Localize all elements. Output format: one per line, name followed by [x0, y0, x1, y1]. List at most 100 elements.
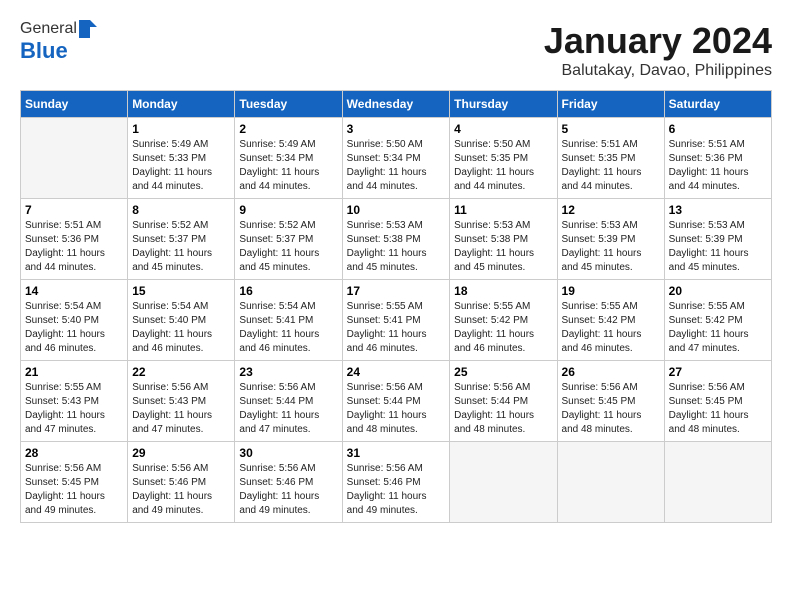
calendar-week-1: 1 Sunrise: 5:49 AMSunset: 5:33 PMDayligh… — [21, 118, 772, 199]
logo-blue-text: Blue — [20, 38, 68, 64]
calendar-cell: 25 Sunrise: 5:56 AMSunset: 5:44 PMDaylig… — [450, 361, 557, 442]
calendar-cell — [21, 118, 128, 199]
day-number: 8 — [132, 203, 230, 217]
calendar-week-3: 14 Sunrise: 5:54 AMSunset: 5:40 PMDaylig… — [21, 280, 772, 361]
day-info: Sunrise: 5:52 AMSunset: 5:37 PMDaylight:… — [132, 219, 230, 275]
day-number: 23 — [239, 365, 337, 379]
calendar-header-tuesday: Tuesday — [235, 91, 342, 118]
day-info: Sunrise: 5:55 AMSunset: 5:42 PMDaylight:… — [454, 300, 552, 356]
day-info: Sunrise: 5:53 AMSunset: 5:38 PMDaylight:… — [347, 219, 446, 275]
day-number: 17 — [347, 284, 446, 298]
day-number: 21 — [25, 365, 123, 379]
calendar-cell: 20 Sunrise: 5:55 AMSunset: 5:42 PMDaylig… — [664, 280, 771, 361]
day-number: 24 — [347, 365, 446, 379]
calendar-cell: 26 Sunrise: 5:56 AMSunset: 5:45 PMDaylig… — [557, 361, 664, 442]
logo-general-text: General — [20, 20, 77, 38]
day-number: 16 — [239, 284, 337, 298]
calendar-header-wednesday: Wednesday — [342, 91, 450, 118]
day-info: Sunrise: 5:53 AMSunset: 5:39 PMDaylight:… — [669, 219, 767, 275]
calendar-cell: 14 Sunrise: 5:54 AMSunset: 5:40 PMDaylig… — [21, 280, 128, 361]
day-info: Sunrise: 5:56 AMSunset: 5:46 PMDaylight:… — [132, 462, 230, 518]
day-number: 9 — [239, 203, 337, 217]
calendar-cell: 24 Sunrise: 5:56 AMSunset: 5:44 PMDaylig… — [342, 361, 450, 442]
calendar-cell: 2 Sunrise: 5:49 AMSunset: 5:34 PMDayligh… — [235, 118, 342, 199]
calendar-cell: 31 Sunrise: 5:56 AMSunset: 5:46 PMDaylig… — [342, 442, 450, 523]
day-info: Sunrise: 5:53 AMSunset: 5:39 PMDaylight:… — [562, 219, 660, 275]
day-info: Sunrise: 5:55 AMSunset: 5:41 PMDaylight:… — [347, 300, 446, 356]
day-number: 18 — [454, 284, 552, 298]
calendar-week-5: 28 Sunrise: 5:56 AMSunset: 5:45 PMDaylig… — [21, 442, 772, 523]
day-info: Sunrise: 5:51 AMSunset: 5:35 PMDaylight:… — [562, 138, 660, 194]
calendar-cell: 6 Sunrise: 5:51 AMSunset: 5:36 PMDayligh… — [664, 118, 771, 199]
calendar-cell: 11 Sunrise: 5:53 AMSunset: 5:38 PMDaylig… — [450, 199, 557, 280]
calendar-cell: 18 Sunrise: 5:55 AMSunset: 5:42 PMDaylig… — [450, 280, 557, 361]
location-title: Balutakay, Davao, Philippines — [544, 62, 772, 80]
day-info: Sunrise: 5:56 AMSunset: 5:44 PMDaylight:… — [347, 381, 446, 437]
calendar-header-saturday: Saturday — [664, 91, 771, 118]
calendar-cell: 4 Sunrise: 5:50 AMSunset: 5:35 PMDayligh… — [450, 118, 557, 199]
day-info: Sunrise: 5:56 AMSunset: 5:43 PMDaylight:… — [132, 381, 230, 437]
calendar-cell: 22 Sunrise: 5:56 AMSunset: 5:43 PMDaylig… — [128, 361, 235, 442]
day-info: Sunrise: 5:56 AMSunset: 5:45 PMDaylight:… — [25, 462, 123, 518]
day-info: Sunrise: 5:50 AMSunset: 5:35 PMDaylight:… — [454, 138, 552, 194]
day-info: Sunrise: 5:51 AMSunset: 5:36 PMDaylight:… — [669, 138, 767, 194]
calendar-cell — [450, 442, 557, 523]
day-info: Sunrise: 5:56 AMSunset: 5:45 PMDaylight:… — [562, 381, 660, 437]
day-info: Sunrise: 5:53 AMSunset: 5:38 PMDaylight:… — [454, 219, 552, 275]
day-info: Sunrise: 5:55 AMSunset: 5:42 PMDaylight:… — [669, 300, 767, 356]
day-number: 29 — [132, 446, 230, 460]
day-number: 20 — [669, 284, 767, 298]
logo: General Blue — [20, 20, 97, 64]
day-number: 25 — [454, 365, 552, 379]
day-info: Sunrise: 5:55 AMSunset: 5:42 PMDaylight:… — [562, 300, 660, 356]
day-info: Sunrise: 5:51 AMSunset: 5:36 PMDaylight:… — [25, 219, 123, 275]
day-number: 6 — [669, 122, 767, 136]
day-info: Sunrise: 5:56 AMSunset: 5:44 PMDaylight:… — [454, 381, 552, 437]
page-header: General Blue January 2024 Balutakay, Dav… — [20, 20, 772, 80]
calendar-header-thursday: Thursday — [450, 91, 557, 118]
month-title: January 2024 — [544, 20, 772, 62]
day-number: 31 — [347, 446, 446, 460]
calendar-cell: 21 Sunrise: 5:55 AMSunset: 5:43 PMDaylig… — [21, 361, 128, 442]
calendar-cell: 12 Sunrise: 5:53 AMSunset: 5:39 PMDaylig… — [557, 199, 664, 280]
day-number: 22 — [132, 365, 230, 379]
day-info: Sunrise: 5:54 AMSunset: 5:41 PMDaylight:… — [239, 300, 337, 356]
day-number: 7 — [25, 203, 123, 217]
day-number: 14 — [25, 284, 123, 298]
day-info: Sunrise: 5:50 AMSunset: 5:34 PMDaylight:… — [347, 138, 446, 194]
calendar-cell: 5 Sunrise: 5:51 AMSunset: 5:35 PMDayligh… — [557, 118, 664, 199]
calendar-cell: 8 Sunrise: 5:52 AMSunset: 5:37 PMDayligh… — [128, 199, 235, 280]
calendar-cell: 29 Sunrise: 5:56 AMSunset: 5:46 PMDaylig… — [128, 442, 235, 523]
day-info: Sunrise: 5:56 AMSunset: 5:44 PMDaylight:… — [239, 381, 337, 437]
day-info: Sunrise: 5:55 AMSunset: 5:43 PMDaylight:… — [25, 381, 123, 437]
day-number: 19 — [562, 284, 660, 298]
calendar-cell: 23 Sunrise: 5:56 AMSunset: 5:44 PMDaylig… — [235, 361, 342, 442]
day-number: 11 — [454, 203, 552, 217]
calendar-header-sunday: Sunday — [21, 91, 128, 118]
calendar-cell: 19 Sunrise: 5:55 AMSunset: 5:42 PMDaylig… — [557, 280, 664, 361]
day-number: 5 — [562, 122, 660, 136]
day-number: 4 — [454, 122, 552, 136]
day-number: 12 — [562, 203, 660, 217]
day-info: Sunrise: 5:56 AMSunset: 5:45 PMDaylight:… — [669, 381, 767, 437]
calendar-cell: 9 Sunrise: 5:52 AMSunset: 5:37 PMDayligh… — [235, 199, 342, 280]
day-number: 13 — [669, 203, 767, 217]
calendar-header-monday: Monday — [128, 91, 235, 118]
calendar-table: SundayMondayTuesdayWednesdayThursdayFrid… — [20, 90, 772, 523]
calendar-cell: 15 Sunrise: 5:54 AMSunset: 5:40 PMDaylig… — [128, 280, 235, 361]
calendar-cell: 16 Sunrise: 5:54 AMSunset: 5:41 PMDaylig… — [235, 280, 342, 361]
calendar-cell: 7 Sunrise: 5:51 AMSunset: 5:36 PMDayligh… — [21, 199, 128, 280]
day-info: Sunrise: 5:49 AMSunset: 5:33 PMDaylight:… — [132, 138, 230, 194]
calendar-cell — [664, 442, 771, 523]
day-number: 30 — [239, 446, 337, 460]
day-info: Sunrise: 5:56 AMSunset: 5:46 PMDaylight:… — [239, 462, 337, 518]
day-number: 27 — [669, 365, 767, 379]
day-number: 2 — [239, 122, 337, 136]
calendar-cell: 3 Sunrise: 5:50 AMSunset: 5:34 PMDayligh… — [342, 118, 450, 199]
calendar-cell — [557, 442, 664, 523]
day-number: 3 — [347, 122, 446, 136]
day-number: 26 — [562, 365, 660, 379]
calendar-cell: 10 Sunrise: 5:53 AMSunset: 5:38 PMDaylig… — [342, 199, 450, 280]
day-info: Sunrise: 5:49 AMSunset: 5:34 PMDaylight:… — [239, 138, 337, 194]
calendar-cell: 1 Sunrise: 5:49 AMSunset: 5:33 PMDayligh… — [128, 118, 235, 199]
